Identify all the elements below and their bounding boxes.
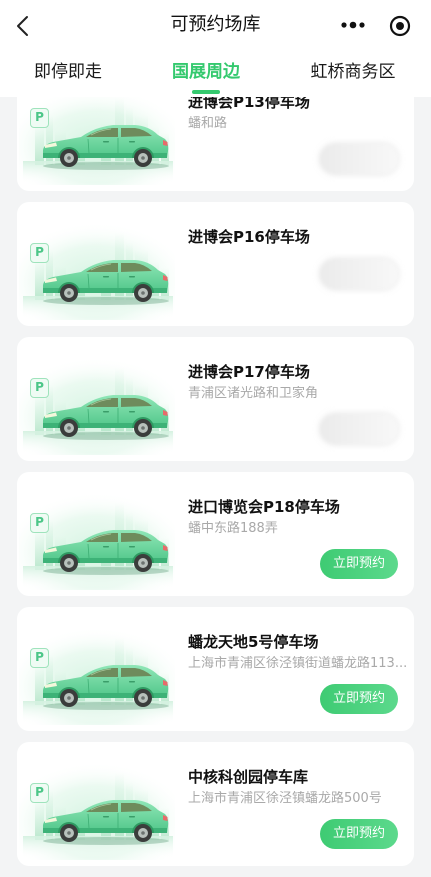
tab-label: 即停即走 <box>34 62 102 82</box>
tab-active-indicator <box>192 90 220 94</box>
lot-name: 蟠龙天地5号停车场 <box>188 633 319 651</box>
book-now-button <box>320 259 398 289</box>
top-bar: 可预约场库 即停即走 国展周边 虹桥商务区 <box>0 0 431 97</box>
tab-stop-and-go[interactable]: 即停即走 <box>3 60 133 86</box>
book-now-button[interactable]: 立即预约 <box>320 549 398 579</box>
parking-icon: P <box>30 378 49 398</box>
book-now-button <box>320 144 398 174</box>
book-now-button[interactable]: 立即预约 <box>320 819 398 849</box>
parking-icon: P <box>30 648 49 668</box>
car-illustration <box>17 760 177 860</box>
parking-sign-letter: P <box>35 245 44 259</box>
book-now-button <box>320 414 398 444</box>
parking-lot-card[interactable]: P 蟠龙天地5号停车场 上海市青浦区徐泾镇街道蟠龙路113... 立即预约 <box>17 607 414 731</box>
lot-name: 进口博览会P18停车场 <box>188 498 340 516</box>
tab-expo-nearby[interactable]: 国展周边 <box>141 60 271 94</box>
lot-info: 进博会P17停车场 青浦区诸光路和卫家角 <box>188 337 414 444</box>
lot-info: 进口博览会P18停车场 蟠中东路188弄 立即预约 <box>188 472 414 579</box>
tab-label: 国展周边 <box>172 62 240 82</box>
lot-info: 中核科创园停车库 上海市青浦区徐泾镇蟠龙路500号 立即预约 <box>188 742 414 849</box>
parking-sign-letter: P <box>35 110 44 124</box>
parking-icon: P <box>30 513 49 533</box>
car-illustration <box>17 625 177 725</box>
lot-address: 青浦区诸光路和卫家角 <box>188 386 319 401</box>
parking-icon: P <box>30 108 49 128</box>
lot-image: P <box>17 220 177 320</box>
target-circle-icon[interactable] <box>389 15 411 37</box>
page-title: 可预约场库 <box>170 14 261 35</box>
lot-info: 蟠龙天地5号停车场 上海市青浦区徐泾镇街道蟠龙路113... 立即预约 <box>188 607 414 714</box>
lot-image: P <box>17 490 177 590</box>
lot-image: P <box>17 625 177 725</box>
lot-address: 上海市青浦区徐泾镇街道蟠龙路113... <box>188 656 408 671</box>
tab-label: 虹桥商务区 <box>310 62 396 82</box>
parking-icon: P <box>30 243 49 263</box>
parking-sign-letter: P <box>35 380 44 394</box>
book-now-button[interactable]: 立即预约 <box>320 684 398 714</box>
tab-hongqiao-business[interactable]: 虹桥商务区 <box>288 60 418 86</box>
lot-image: P <box>17 760 177 860</box>
parking-sign-letter: P <box>35 515 44 529</box>
lot-name: 中核科创园停车库 <box>188 768 309 786</box>
more-dots-icon[interactable] <box>340 19 366 31</box>
car-illustration <box>17 220 177 320</box>
lot-address: 蟠和路 <box>188 116 228 131</box>
lot-image: P <box>17 355 177 455</box>
lot-name: 进博会P17停车场 <box>188 363 310 381</box>
parking-sign-letter: P <box>35 785 44 799</box>
lot-info: 进博会P16停车场 <box>188 202 414 289</box>
lot-name: 进博会P16停车场 <box>188 228 310 246</box>
lot-address: 蟠中东路188弄 <box>188 521 278 536</box>
car-illustration <box>17 490 177 590</box>
lot-image: P <box>17 85 177 185</box>
parking-lot-card[interactable]: P 中核科创园停车库 上海市青浦区徐泾镇蟠龙路500号 立即预约 <box>17 742 414 866</box>
parking-lot-card[interactable]: P 进博会P17停车场 青浦区诸光路和卫家角 <box>17 337 414 461</box>
parking-lot-list[interactable]: P 进博会P13停车场 蟠和路 P 进博会P16停车场 P 进博会P17停车场 … <box>17 67 414 877</box>
parking-icon: P <box>30 783 49 803</box>
lot-address: 上海市青浦区徐泾镇蟠龙路500号 <box>188 791 382 806</box>
parking-sign-letter: P <box>35 650 44 664</box>
car-illustration <box>17 355 177 455</box>
parking-lot-card[interactable]: P 进口博览会P18停车场 蟠中东路188弄 立即预约 <box>17 472 414 596</box>
car-illustration <box>17 85 177 185</box>
parking-lot-card[interactable]: P 进博会P16停车场 <box>17 202 414 326</box>
